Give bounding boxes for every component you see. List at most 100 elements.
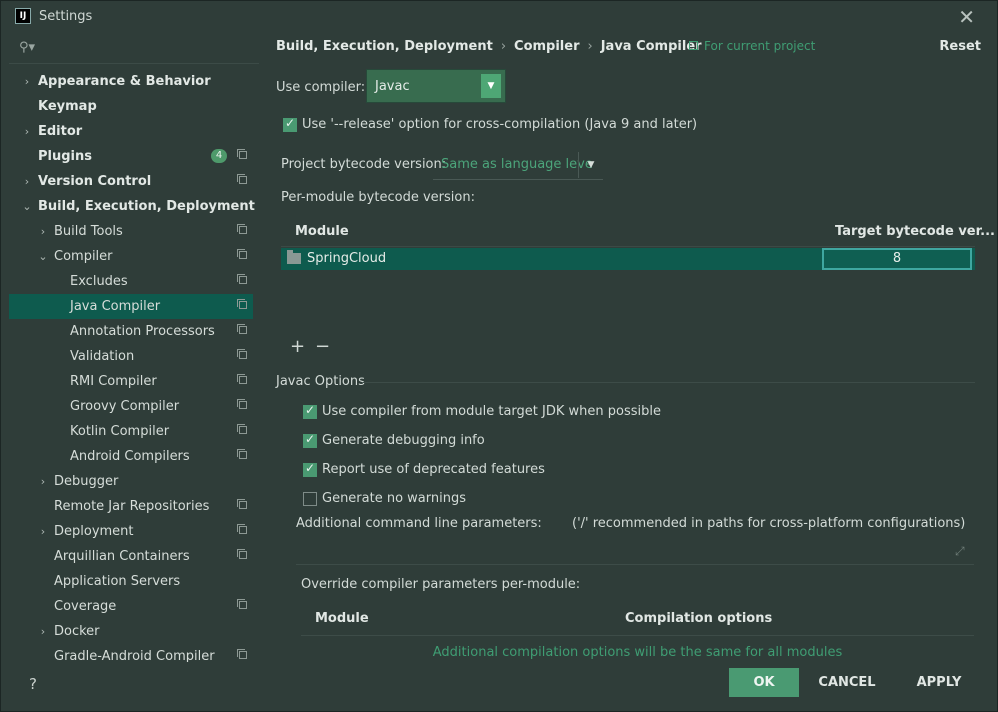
table-row[interactable]: SpringCloud 8	[281, 248, 975, 270]
sidebar-item[interactable]: Kotlin Compiler	[9, 419, 253, 444]
for-current-project: For current project	[689, 39, 815, 53]
additional-params-input[interactable]	[296, 538, 974, 565]
update-count-badge: 4	[211, 149, 227, 163]
sidebar-item[interactable]: › Appearance & Behavior	[9, 69, 253, 94]
sidebar-item[interactable]: Keymap	[9, 94, 253, 119]
sidebar-item-label: Appearance & Behavior	[38, 74, 211, 89]
sidebar-item[interactable]: › Version Control	[9, 169, 253, 194]
sidebar-item-label: Compiler	[54, 249, 113, 264]
column-target-bytecode[interactable]: Target bytecode ver...	[835, 224, 995, 239]
project-scope-icon	[237, 549, 247, 559]
settings-window: IJ Settings ✕ ⚲▾ › Appearance & Behavior K…	[0, 0, 998, 712]
breadcrumb-item: Compiler	[514, 39, 580, 54]
section-divider	[363, 382, 975, 383]
sidebar-item[interactable]: Application Servers	[9, 569, 253, 594]
add-icon[interactable]: +	[290, 336, 305, 357]
use-module-jdk-checkbox[interactable]	[303, 403, 317, 419]
breadcrumb-item: Java Compiler	[600, 39, 702, 54]
no-warnings-checkbox[interactable]	[303, 492, 317, 506]
sidebar-item-label: Annotation Processors	[70, 324, 215, 339]
search-icon[interactable]: ⚲▾	[19, 40, 35, 55]
release-option-label: Use '--release' option for cross-compila…	[302, 117, 698, 132]
sidebar-item[interactable]: RMI Compiler	[9, 369, 253, 394]
sidebar-item[interactable]: Android Compilers	[9, 444, 253, 469]
sidebar-item[interactable]: Plugins 4	[9, 144, 253, 169]
chevron-down-icon[interactable]: ▼	[578, 152, 603, 178]
chevron-right-icon[interactable]: ›	[21, 69, 33, 94]
column-compilation-options[interactable]: Compilation options	[625, 611, 772, 626]
sidebar-item[interactable]: Annotation Processors	[9, 319, 253, 344]
chevron-right-icon[interactable]: ›	[37, 519, 49, 544]
project-scope-icon	[237, 499, 247, 509]
deprecated-checkbox[interactable]	[303, 461, 317, 477]
sidebar-item[interactable]: Validation	[9, 344, 253, 369]
column-module[interactable]: Module	[315, 611, 369, 626]
sidebar-item-label: Build Tools	[54, 224, 123, 239]
project-scope-icon	[237, 324, 247, 334]
chevron-right-icon[interactable]: ›	[21, 169, 33, 194]
help-icon[interactable]: ?	[29, 675, 37, 693]
sidebar-item-label: Coverage	[54, 599, 117, 614]
project-scope-icon	[237, 449, 247, 459]
sidebar-item[interactable]: Java Compiler	[9, 294, 253, 319]
search-field[interactable]: ⚲▾	[9, 35, 259, 64]
breadcrumb-separator: ›	[587, 39, 593, 54]
project-scope-icon	[237, 249, 247, 259]
window-title: Settings	[39, 9, 93, 24]
additional-params-hint: ('/' recommended in paths for cross-plat…	[572, 516, 966, 531]
sidebar-item-label: Arquillian Containers	[54, 549, 190, 564]
sidebar-item[interactable]: Gradle-Android Compiler	[9, 644, 253, 662]
sidebar-item[interactable]: › Docker	[9, 619, 253, 644]
sidebar-item[interactable]: Remote Jar Repositories	[9, 494, 253, 519]
sidebar-item-label: Excludes	[70, 274, 128, 289]
close-icon[interactable]: ✕	[958, 5, 975, 29]
ok-button[interactable]: OK	[729, 668, 799, 697]
chevron-down-icon[interactable]: ⌄	[21, 194, 33, 219]
project-bytecode-label: Project bytecode version:	[281, 157, 447, 172]
javac-options-title: Javac Options	[276, 374, 365, 389]
java-compiler-panel: Build, Execution, Deployment › Compiler › Ja…	[263, 33, 997, 663]
expand-icon[interactable]: ⤢	[955, 544, 965, 559]
release-option-checkbox[interactable]	[283, 116, 297, 132]
compiler-select[interactable]: Javac ▼	[366, 69, 506, 103]
project-scope-icon	[237, 174, 247, 184]
sidebar-item[interactable]: › Build Tools	[9, 219, 253, 244]
sidebar-item-label: Keymap	[38, 99, 97, 114]
remove-icon[interactable]: −	[315, 336, 330, 357]
sidebar-item[interactable]: › Debugger	[9, 469, 253, 494]
chevron-down-icon[interactable]: ▼	[481, 74, 501, 98]
chevron-right-icon[interactable]: ›	[37, 619, 49, 644]
sidebar-item-label: Build, Execution, Deployment	[38, 199, 255, 214]
apply-button[interactable]: APPLY	[903, 668, 975, 697]
table-header: Module Target bytecode ver...	[281, 218, 995, 247]
sidebar-item[interactable]: Coverage	[9, 594, 253, 619]
sidebar-item[interactable]: Excludes	[9, 269, 253, 294]
sidebar-item[interactable]: Arquillian Containers	[9, 544, 253, 569]
title-bar: IJ Settings ✕	[1, 1, 997, 33]
per-module-label: Per-module bytecode version:	[281, 190, 475, 205]
sidebar-item[interactable]: › Deployment	[9, 519, 253, 544]
target-bytecode-cell[interactable]: 8	[822, 248, 972, 270]
chevron-right-icon[interactable]: ›	[37, 219, 49, 244]
project-scope-icon	[237, 649, 247, 659]
sidebar-item[interactable]: ⌄ Build, Execution, Deployment	[9, 194, 255, 219]
override-table-header: Module Compilation options	[301, 603, 974, 636]
sidebar-item-label: Gradle-Android Compiler	[54, 649, 215, 662]
project-scope-icon	[237, 149, 247, 159]
module-name: SpringCloud	[307, 251, 387, 266]
sidebar-item-label: Application Servers	[54, 574, 181, 589]
sidebar-item[interactable]: › Editor	[9, 119, 253, 144]
column-module[interactable]: Module	[295, 224, 349, 239]
sidebar-item[interactable]: ⌄ Compiler	[9, 244, 253, 269]
sidebar-item[interactable]: Groovy Compiler	[9, 394, 253, 419]
chevron-down-icon[interactable]: ⌄	[37, 244, 49, 269]
reset-link[interactable]: Reset	[939, 39, 981, 54]
chevron-right-icon[interactable]: ›	[37, 469, 49, 494]
project-bytecode-select[interactable]: Same as language leve ▼	[433, 150, 603, 180]
debug-info-checkbox[interactable]	[303, 432, 317, 448]
cancel-button[interactable]: CANCEL	[811, 668, 883, 697]
sidebar-item-label: Deployment	[54, 524, 134, 539]
deprecated-label: Report use of deprecated features	[322, 462, 545, 477]
settings-tree: › Appearance & Behavior Keymap › Editor Plugi…	[9, 69, 255, 662]
chevron-right-icon[interactable]: ›	[21, 119, 33, 144]
